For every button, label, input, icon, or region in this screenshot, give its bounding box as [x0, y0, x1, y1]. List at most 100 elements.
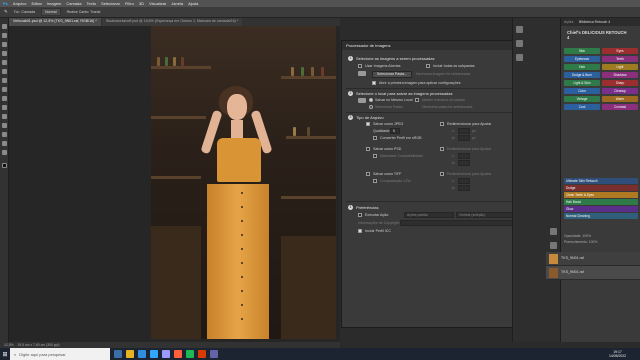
preset-swatch[interactable]: Normal Cleaning [564, 213, 638, 219]
menu-view[interactable]: Visualizar [149, 1, 166, 6]
retouch-action-button[interactable]: Light & Skin [564, 80, 600, 86]
retouch-action-button[interactable]: Cleanup [602, 88, 638, 94]
zoom-tool-icon[interactable] [2, 150, 7, 155]
retouch-action-button[interactable]: Vintage [564, 96, 600, 102]
retouch-action-button[interactable]: Dodge & Burn [564, 72, 600, 78]
tiff-width-input[interactable] [458, 178, 470, 184]
windows-start-icon[interactable]: ⊞ [0, 348, 10, 360]
properties-icon[interactable] [516, 40, 523, 47]
action-name-select[interactable]: Vinheta (seleção) [456, 212, 520, 218]
gradient-tool-icon[interactable] [2, 105, 7, 110]
save-tiff-checkbox[interactable] [366, 172, 370, 176]
psd-width-input[interactable] [458, 153, 470, 159]
retouch-action-button[interactable]: Color [564, 88, 600, 94]
tiff-resize-checkbox[interactable] [440, 172, 444, 176]
office-icon[interactable] [198, 350, 206, 358]
fill-label[interactable]: Preenchimento: 100% [564, 240, 597, 244]
menu-3d[interactable]: 3D [139, 1, 144, 6]
same-location-radio[interactable] [369, 98, 373, 102]
save-psd-checkbox[interactable] [366, 147, 370, 151]
eyedropper-tool-icon[interactable] [2, 60, 7, 65]
retouch-action-button[interactable]: Hair [564, 64, 600, 70]
retouch-action-button[interactable]: Light [602, 64, 638, 70]
hand-tool-icon[interactable] [2, 141, 7, 146]
tab-document-1[interactable]: Verlucak01.psd @ 12,5% (TKS_9N01.raf, RG… [9, 18, 101, 26]
type-tool-icon[interactable] [2, 132, 7, 137]
taskbar-search[interactable]: ⌕ Digite aqui para pesquisar [10, 348, 110, 360]
tab-retouch-library[interactable]: Biblioteca Retouch 4 [579, 20, 610, 24]
keep-folder-structure-checkbox[interactable] [415, 98, 419, 102]
action-set-select[interactable]: Ações padrão [404, 212, 454, 218]
crop-tool-icon[interactable] [2, 51, 7, 56]
file-explorer-icon[interactable] [126, 350, 134, 358]
preset-swatch[interactable]: Dodge [564, 185, 638, 191]
menu-edit[interactable]: Editar [31, 1, 41, 6]
opacity-label[interactable]: Opacidade: 100% [564, 234, 591, 238]
retouch-action-button[interactable]: Skin [564, 48, 600, 54]
stamp-tool-icon[interactable] [2, 87, 7, 92]
zoom-level[interactable]: 12,5% [4, 343, 14, 347]
retouch-action-button[interactable]: Shadows [602, 72, 638, 78]
preset-swatch[interactable]: Ultimate Skin Retouch [564, 178, 638, 184]
teams-icon[interactable] [210, 350, 218, 358]
channels-icon[interactable] [550, 242, 557, 249]
brush-tool-icon[interactable] [2, 78, 7, 83]
menu-help[interactable]: Ajuda [188, 1, 198, 6]
menu-select[interactable]: Selecionar [101, 1, 120, 6]
layer-row[interactable]: TKS_9N01.raf [546, 252, 640, 266]
photoshop-logo-icon[interactable]: Ps [3, 1, 8, 6]
open-first-image-checkbox[interactable] [372, 81, 376, 85]
retouch-action-button[interactable]: Sharp [602, 80, 638, 86]
retouch-action-button[interactable]: Eyes [602, 48, 638, 54]
retouch-action-button[interactable]: Eyebrows [564, 56, 600, 62]
task-view-icon[interactable] [114, 350, 122, 358]
s2-select-folder-label[interactable]: Selecionar Pasta... [375, 105, 405, 109]
system-clock[interactable]: 19:17 14/05/2022 [609, 350, 626, 358]
menu-layer[interactable]: Camada [66, 1, 81, 6]
menu-file[interactable]: Arquivo [13, 1, 27, 6]
tab-document-2[interactable]: Studioworkshoff.psd @ 16,6% (Esperança e… [101, 18, 243, 26]
jpeg-resize-checkbox[interactable] [440, 122, 444, 126]
lasso-tool-icon[interactable] [2, 42, 7, 47]
document-image[interactable] [151, 26, 336, 339]
retouch-action-button[interactable]: Contrast [602, 104, 638, 110]
tab-actions[interactable]: Ações [564, 20, 573, 24]
menu-filter[interactable]: Filtro [125, 1, 134, 6]
layers-icon[interactable] [550, 228, 557, 235]
run-action-checkbox[interactable] [358, 213, 362, 217]
edge-icon[interactable] [138, 350, 146, 358]
jpeg-width-input[interactable] [458, 128, 470, 134]
history-icon[interactable] [516, 26, 523, 33]
preset-swatch[interactable]: Clean Teeth & Eyes [564, 192, 638, 198]
lzw-checkbox[interactable] [373, 179, 377, 183]
pen-tool-icon[interactable] [2, 123, 7, 128]
use-open-images-checkbox[interactable] [358, 64, 362, 68]
retouch-action-button[interactable]: Teeth [602, 56, 638, 62]
convert-srgb-checkbox[interactable] [373, 136, 377, 140]
jpeg-height-input[interactable] [458, 135, 470, 141]
dodge-tool-icon[interactable] [2, 114, 7, 119]
mode-select[interactable]: Normal [40, 8, 61, 16]
save-jpeg-checkbox[interactable] [366, 122, 370, 126]
spotify-icon[interactable] [186, 350, 194, 358]
preset-swatch[interactable]: Glow [564, 206, 638, 212]
foreground-color-swatch[interactable] [2, 163, 7, 168]
retouch-action-button[interactable]: Cool [564, 104, 600, 110]
menu-window[interactable]: Janela [171, 1, 183, 6]
select-folder-radio[interactable] [369, 105, 373, 109]
layer-row[interactable]: TKS_9N01.raf [546, 266, 640, 280]
brush-tool-icon[interactable]: ✎ [4, 9, 8, 15]
include-icc-checkbox[interactable] [358, 229, 362, 233]
copyright-input[interactable] [400, 220, 520, 226]
preset-swatch[interactable]: Hair Boost [564, 199, 638, 205]
marquee-tool-icon[interactable] [2, 33, 7, 38]
eraser-tool-icon[interactable] [2, 96, 7, 101]
menu-image[interactable]: Imagem [47, 1, 61, 6]
retouch-action-button[interactable]: Warm [602, 96, 638, 102]
psd-height-input[interactable] [458, 160, 470, 166]
photoshop-taskbar-icon[interactable] [150, 350, 158, 358]
premiere-icon[interactable] [162, 350, 170, 358]
healing-tool-icon[interactable] [2, 69, 7, 74]
illustrator-icon[interactable] [174, 350, 182, 358]
maximize-compat-checkbox[interactable] [373, 154, 377, 158]
